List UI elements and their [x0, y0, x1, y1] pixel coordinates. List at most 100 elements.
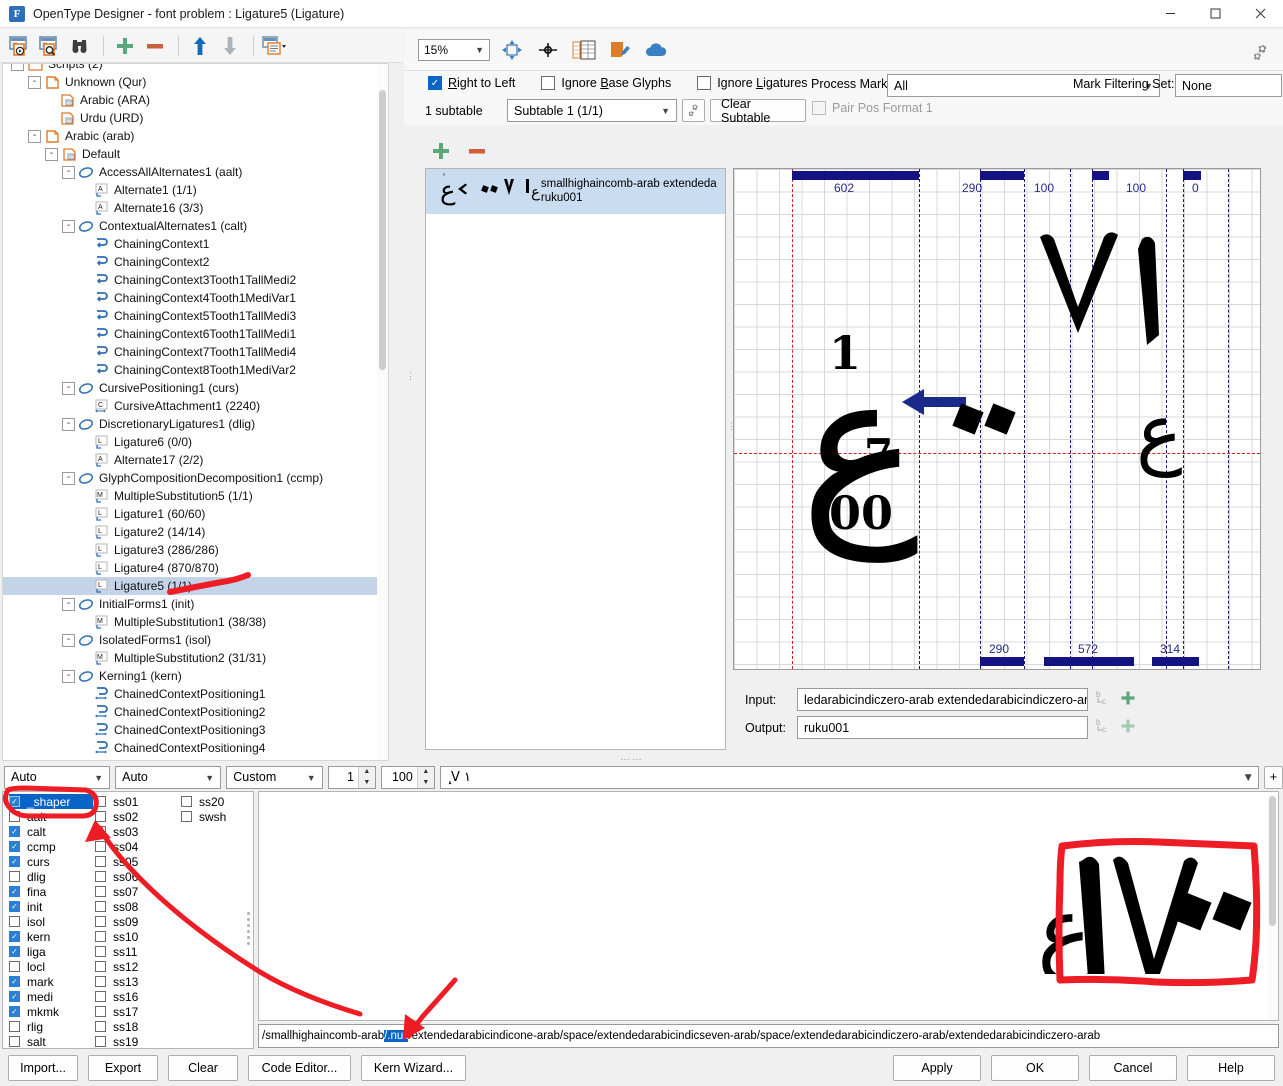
feature-row-curs[interactable]: ✓ curs — [9, 854, 93, 869]
input-field[interactable]: ledarabicindiczero-arab extendedarabicin… — [797, 688, 1088, 711]
feature-row-mark[interactable]: ✓ mark — [9, 974, 93, 989]
font-size-stepper[interactable]: 100 ▲ ▼ — [380, 765, 435, 789]
cancel-button[interactable]: Cancel — [1089, 1055, 1177, 1081]
feature-row-ss03[interactable]: ss03 — [95, 824, 175, 839]
feature-row-ss20[interactable]: ss20 — [181, 794, 251, 809]
feature-checkbox-aalt[interactable] — [9, 811, 20, 822]
feature-row-medi[interactable]: ✓ medi — [9, 989, 93, 1004]
binoculars-search-icon[interactable] — [66, 32, 94, 60]
tree-expander-icon[interactable]: - — [62, 165, 75, 179]
feature-row-dlig[interactable]: dlig — [9, 869, 93, 884]
help-button[interactable]: Help — [1187, 1055, 1275, 1081]
feature-checkbox-mkmk[interactable]: ✓ — [9, 1006, 20, 1017]
sample-scrollbar-thumb[interactable] — [1269, 796, 1276, 926]
tree-item[interactable]: ChainedContextPositioning1 — [3, 685, 378, 703]
feature-row-ss06[interactable]: ss06 — [95, 869, 175, 884]
feature-row-ss07[interactable]: ss07 — [95, 884, 175, 899]
tree-item[interactable]: - ContextualAlternates1 (calt) — [3, 217, 378, 235]
tree-item[interactable]: - Kerning1 (kern) — [3, 667, 378, 685]
subtable-gear-icon[interactable] — [682, 99, 705, 122]
vertical-splitter-left[interactable]: ⋮ — [406, 372, 415, 400]
feature-row-ccmp[interactable]: ✓ ccmp — [9, 839, 93, 854]
tree-expander-icon[interactable]: - — [62, 471, 75, 485]
add-output-entry-icon[interactable] — [1119, 717, 1137, 738]
export-button[interactable]: Export — [88, 1055, 158, 1081]
list-item[interactable]: ع ٔ ع smallhighaincomb-arab extendedaruk… — [426, 169, 725, 214]
feature-checkbox-dlig[interactable] — [9, 871, 20, 882]
tree-expander-icon[interactable]: - — [62, 417, 75, 431]
feature-checkbox-isol[interactable] — [9, 916, 20, 927]
ignore-base-glyphs-checkbox[interactable] — [541, 76, 556, 90]
feature-row-ss18[interactable]: ss18 — [95, 1019, 175, 1034]
glyph-class-icon[interactable]: b c — [1096, 717, 1112, 738]
feature-checkbox-ss09[interactable] — [95, 916, 106, 927]
cloud-icon[interactable] — [642, 36, 670, 64]
feature-row-ss17[interactable]: ss17 — [95, 1004, 175, 1019]
feature-row-ss16[interactable]: ss16 — [95, 989, 175, 1004]
tree-expander-icon[interactable]: - — [28, 75, 41, 89]
feature-row-swsh[interactable]: swsh — [181, 809, 251, 824]
ok-button[interactable]: OK — [991, 1055, 1079, 1081]
feature-row-aalt[interactable]: aalt — [9, 809, 93, 824]
tree-item[interactable]: M MultipleSubstitution1 (38/38) — [3, 613, 378, 631]
tree-item[interactable]: A Alternate17 (2/2) — [3, 451, 378, 469]
code-editor-button[interactable]: Code Editor... — [248, 1055, 351, 1081]
feature-row-liga[interactable]: ✓ liga — [9, 944, 93, 959]
feature-row-ss04[interactable]: ss04 — [95, 839, 175, 854]
feature-checkbox-ss19[interactable] — [95, 1036, 106, 1047]
feature-checkbox-ss16[interactable] — [95, 991, 106, 1002]
sample-scrollbar[interactable] — [1268, 792, 1278, 1020]
tree-item[interactable]: L Ligature4 (870/870) — [3, 559, 378, 577]
feature-row-ss05[interactable]: ss05 — [95, 854, 175, 869]
feature-row-locl[interactable]: locl — [9, 959, 93, 974]
tree-item[interactable]: ChainingContext3Tooth1TallMedi2 — [3, 271, 378, 289]
tree-expander-icon[interactable]: - — [62, 633, 75, 647]
feature-checkbox-ss04[interactable] — [95, 841, 106, 852]
feature-row-ss11[interactable]: ss11 — [95, 944, 175, 959]
shaper-mode-combo[interactable]: Auto ▼ — [4, 765, 111, 789]
tree-expander-icon[interactable]: - — [45, 147, 58, 161]
feature-checkbox-ss08[interactable] — [95, 901, 106, 912]
language-mode-combo[interactable]: Auto ▼ — [115, 765, 222, 789]
add-rule-icon[interactable] — [430, 140, 452, 165]
add-input-entry-icon[interactable] — [1119, 689, 1137, 710]
tree-item[interactable]: ChainingContext8Tooth1MediVar2 — [3, 361, 378, 379]
feature-list-panel[interactable]: ✓ _shaper aalt ✓ calt ✓ ccmp ✓ curs dlig ✓ fina ✓ ini… — [2, 791, 254, 1049]
feature-row-ss19[interactable]: ss19 — [95, 1034, 175, 1048]
tree-item[interactable]: L Ligature2 (14/14) — [3, 523, 378, 541]
feature-checkbox-locl[interactable] — [9, 961, 20, 972]
output-field[interactable]: ruku001 — [797, 716, 1088, 739]
close-button[interactable] — [1238, 0, 1283, 28]
feature-checkbox-init[interactable]: ✓ — [9, 901, 20, 912]
tree-item[interactable]: L Ligature3 (286/286) — [3, 541, 378, 559]
tree-item[interactable]: - Unknown (Qur) — [3, 73, 378, 91]
tree-item[interactable]: L Ligature6 (0/0) — [3, 433, 378, 451]
feature-checkbox-fina[interactable]: ✓ — [9, 886, 20, 897]
feature-column-3[interactable]: ss20 swsh — [181, 794, 251, 824]
maximize-button[interactable] — [1193, 0, 1238, 28]
feature-checkbox-curs[interactable]: ✓ — [9, 856, 20, 867]
tree-item[interactable]: - CursivePositioning1 (curs) — [3, 379, 378, 397]
feature-checkbox-ss17[interactable] — [95, 1006, 106, 1017]
tree-item[interactable]: - AccessAllAlternates1 (aalt) — [3, 163, 378, 181]
tree-item[interactable]: ChainedContextPositioning3 — [3, 721, 378, 739]
feature-column-2[interactable]: ss01 ss02 ss03 ss04 ss05 ss06 ss07 ss08 ss09 ss10… — [95, 794, 175, 1048]
import-button[interactable]: Import... — [8, 1055, 78, 1081]
tree-item[interactable]: ChainedContextPositioning4 — [3, 739, 378, 757]
lookup-tree-panel[interactable]: -Scripts (2)-Unknown (Qur)Arabic (ARA)Ur… — [2, 63, 389, 761]
clear-button[interactable]: Clear — [168, 1055, 238, 1081]
tree-item[interactable]: - IsolatedForms1 (isol) — [3, 631, 378, 649]
clear-subtable-button[interactable]: Clear Subtable — [710, 97, 806, 125]
feature-column-1[interactable]: ✓ _shaper aalt ✓ calt ✓ ccmp ✓ curs dlig ✓ fina ✓ ini… — [9, 794, 93, 1048]
feature-checkbox-ss10[interactable] — [95, 931, 106, 942]
tree-item[interactable]: ChainingContext2 — [3, 253, 378, 271]
minimize-button[interactable] — [1148, 0, 1193, 28]
feature-row-ss09[interactable]: ss09 — [95, 914, 175, 929]
feature-checkbox-swsh[interactable] — [181, 811, 192, 822]
glyph-string-field[interactable]: /smallhighaincomb-arab/.null/extendedara… — [258, 1024, 1279, 1048]
feature-row-rlig[interactable]: rlig — [9, 1019, 93, 1034]
tree-item[interactable]: Arabic (ARA) — [3, 91, 378, 109]
mark-filtering-set-field[interactable]: None — [1175, 74, 1282, 97]
feature-row-_shaper[interactable]: ✓ _shaper — [9, 794, 93, 809]
line-count-stepper[interactable]: 1 ▲ ▼ — [327, 765, 376, 789]
